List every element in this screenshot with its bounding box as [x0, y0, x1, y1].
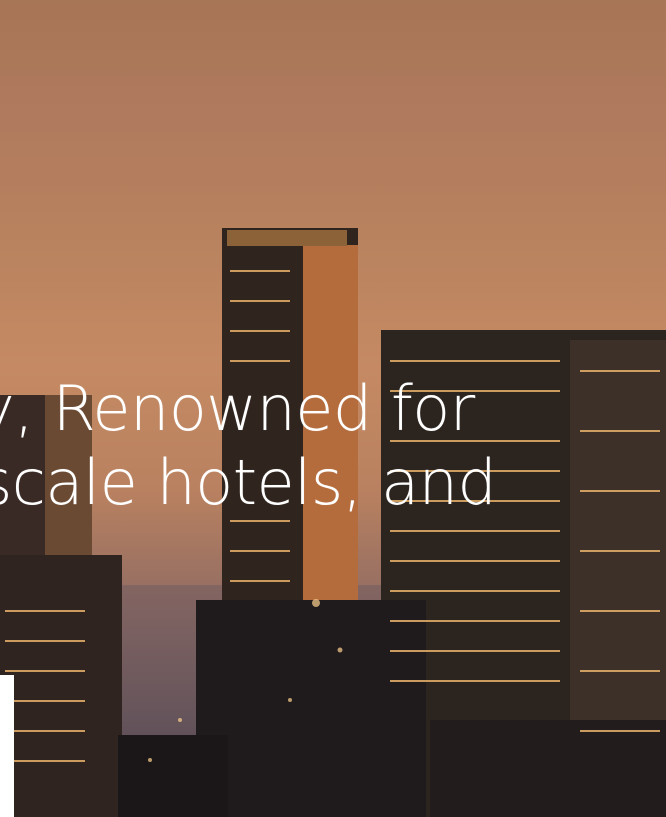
hero-headline: y, Renowned for scale hotels, and: [0, 372, 610, 520]
hero-line-2: scale hotels, and: [0, 446, 497, 519]
hero-line-1: y, Renowned for: [0, 372, 475, 445]
hero-banner: y, Renowned for scale hotels, and: [0, 0, 666, 817]
hero-cta-button[interactable]: [0, 675, 14, 817]
